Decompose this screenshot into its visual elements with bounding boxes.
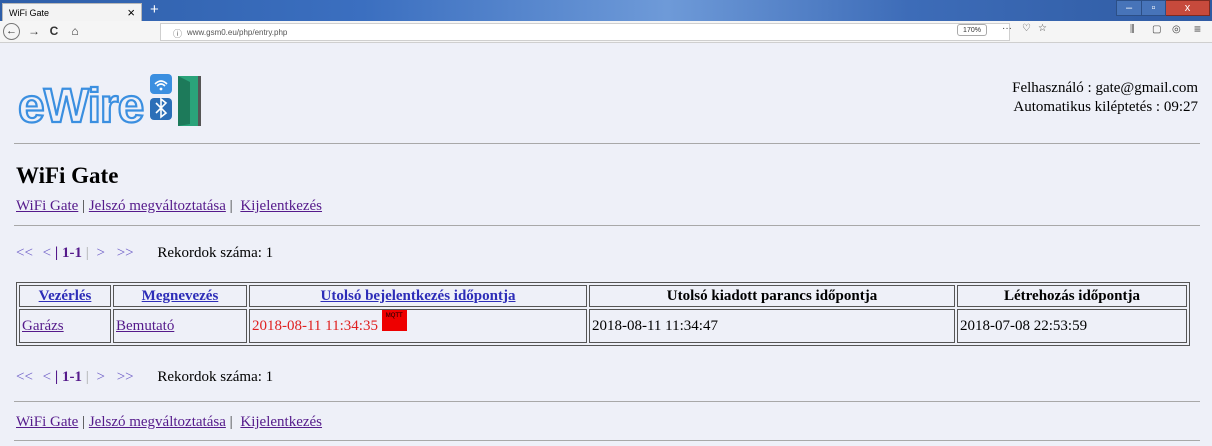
window-controls: – ▫ x bbox=[1116, 0, 1210, 16]
link-separator: | bbox=[229, 198, 233, 214]
browser-tab[interactable]: WiFi Gate × bbox=[2, 3, 142, 21]
sort-name-link[interactable]: Megnevezés bbox=[142, 288, 219, 304]
link-change-password[interactable]: Jelszó megváltoztatása bbox=[89, 198, 226, 214]
home-button[interactable]: ⌂ bbox=[68, 23, 82, 40]
logo-text: eWire bbox=[18, 80, 144, 130]
link-change-password[interactable]: Jelszó megváltoztatása bbox=[89, 414, 226, 430]
zoom-level-badge[interactable]: 170% bbox=[957, 24, 987, 36]
user-email-line: Felhasználó : gate@gmail.com bbox=[1012, 80, 1198, 96]
reload-button[interactable]: C bbox=[47, 23, 61, 40]
cell-name[interactable]: Bemutató bbox=[113, 309, 247, 343]
link-logout[interactable]: Kijelentkezés bbox=[240, 414, 322, 430]
link-wifi-gate[interactable]: WiFi Gate bbox=[16, 198, 78, 214]
mqtt-status-badge: MQTT bbox=[381, 309, 407, 331]
page-actions-icon[interactable]: ··· bbox=[1002, 23, 1012, 34]
cell-last-login: 2018-08-11 11:34:35 MQTT bbox=[249, 309, 587, 343]
link-separator: | bbox=[82, 414, 86, 430]
col-header-name[interactable]: Megnevezés bbox=[113, 285, 247, 307]
link-logout[interactable]: Kijelentkezés bbox=[240, 198, 322, 214]
maximize-button[interactable]: ▫ bbox=[1142, 0, 1166, 16]
library-icon[interactable]: ⫼ bbox=[1130, 24, 1135, 35]
pager-last[interactable]: >> bbox=[117, 245, 134, 261]
cell-last-command: 2018-08-11 11:34:47 bbox=[589, 309, 955, 343]
garage-control-link[interactable]: Garázs bbox=[22, 318, 64, 334]
minimize-button[interactable]: – bbox=[1116, 0, 1142, 16]
pager-next[interactable]: > bbox=[96, 245, 104, 261]
col-header-last-login[interactable]: Utolsó bejelentkezés időpontja bbox=[249, 285, 587, 307]
address-bar[interactable]: ⓘ www.gsm0.eu/php/entry.php bbox=[160, 23, 1010, 41]
pager-prev[interactable]: < bbox=[43, 369, 51, 385]
cell-control[interactable]: Garázs bbox=[19, 309, 111, 343]
pager-first[interactable]: << bbox=[16, 369, 33, 385]
url-text[interactable]: www.gsm0.eu/php/entry.php bbox=[187, 28, 287, 37]
bookmark-star-icon[interactable]: ☆ bbox=[1038, 23, 1047, 34]
close-window-button[interactable]: x bbox=[1166, 0, 1210, 16]
menu-icon[interactable]: ≡ bbox=[1194, 22, 1201, 36]
cell-created: 2018-07-08 22:53:59 bbox=[957, 309, 1187, 343]
divider bbox=[14, 440, 1200, 441]
tab-title: WiFi Gate bbox=[9, 8, 50, 18]
divider bbox=[14, 143, 1200, 144]
pocket-icon[interactable]: ♡ bbox=[1022, 23, 1031, 34]
bottom-nav-links: WiFi Gate | Jelszó megváltoztatása | Kij… bbox=[16, 414, 322, 431]
auto-logout-timer: Automatikus kiléptetés : 09:27 bbox=[1013, 99, 1198, 115]
user-info: Felhasználó : gate@gmail.com Automatikus… bbox=[1012, 79, 1198, 117]
last-login-time: 2018-08-11 11:34:35 bbox=[252, 317, 378, 334]
record-count: Rekordok száma: 1 bbox=[157, 245, 274, 261]
sidebar-icon[interactable]: ▢ bbox=[1152, 24, 1161, 35]
sort-control-link[interactable]: Vezérlés bbox=[39, 288, 92, 304]
divider bbox=[14, 401, 1200, 402]
divider bbox=[14, 225, 1200, 226]
pager-bottom: << < | 1-1 | > >> Rekordok száma: 1 bbox=[16, 369, 273, 386]
link-separator: | bbox=[82, 198, 86, 214]
top-nav-links: WiFi Gate | Jelszó megváltoztatása | Kij… bbox=[16, 198, 322, 215]
pager-first[interactable]: << bbox=[16, 245, 33, 261]
records-table: Vezérlés Megnevezés Utolsó bejelentkezés… bbox=[16, 282, 1190, 346]
pager-bar: | bbox=[54, 369, 59, 385]
sort-last-login-link[interactable]: Utolsó bejelentkezés időpontja bbox=[321, 288, 516, 304]
forward-button[interactable]: → bbox=[27, 23, 41, 40]
pager-current[interactable]: 1-1 bbox=[62, 245, 82, 261]
record-count: Rekordok száma: 1 bbox=[157, 369, 274, 385]
pager-bar: | bbox=[54, 245, 59, 261]
pager-current[interactable]: 1-1 bbox=[62, 369, 82, 385]
account-icon[interactable]: ◎ bbox=[1172, 24, 1181, 35]
link-wifi-gate[interactable]: WiFi Gate bbox=[16, 414, 78, 430]
pager-top: << < | 1-1 | > >> Rekordok száma: 1 bbox=[16, 245, 273, 262]
col-header-last-command: Utolsó kiadott parancs időpontja bbox=[589, 285, 955, 307]
page-title: WiFi Gate bbox=[16, 163, 119, 188]
browser-toolbar: ← → C ⌂ ⓘ www.gsm0.eu/php/entry.php 170%… bbox=[0, 21, 1212, 43]
pager-last[interactable]: >> bbox=[117, 369, 134, 385]
col-header-control[interactable]: Vezérlés bbox=[19, 285, 111, 307]
browser-title-bar: WiFi Gate × + – ▫ x bbox=[0, 0, 1212, 21]
new-tab-button[interactable]: + bbox=[150, 1, 159, 18]
info-icon[interactable]: ⓘ bbox=[173, 27, 182, 40]
tab-close-icon[interactable]: × bbox=[127, 5, 135, 20]
table-header-row: Vezérlés Megnevezés Utolsó bejelentkezés… bbox=[19, 285, 1187, 307]
link-separator: | bbox=[229, 414, 233, 430]
ewire-logo: eWire bbox=[17, 74, 201, 130]
back-button[interactable]: ← bbox=[3, 23, 20, 40]
device-name-link[interactable]: Bemutató bbox=[116, 318, 174, 334]
col-header-created: Létrehozás időpontja bbox=[957, 285, 1187, 307]
table-row: Garázs Bemutató 2018-08-11 11:34:35 MQTT… bbox=[19, 309, 1187, 343]
pager-prev[interactable]: < bbox=[43, 245, 51, 261]
pager-next[interactable]: > bbox=[96, 369, 104, 385]
pager-bar: | bbox=[85, 369, 89, 385]
pager-bar: | bbox=[85, 245, 89, 261]
